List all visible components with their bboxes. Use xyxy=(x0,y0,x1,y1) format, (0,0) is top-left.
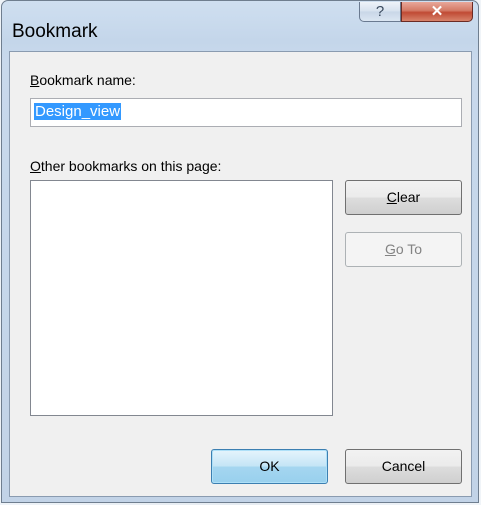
dialog-body: Bookmark name: Design_view Other bookmar… xyxy=(9,51,472,497)
other-bookmarks-mnemonic: O xyxy=(30,158,41,174)
bookmark-dialog: Bookmark ? ✕ Bookmark name: Design_view … xyxy=(1,0,479,503)
go-to-button[interactable]: Go To xyxy=(345,232,462,267)
other-bookmarks-label: Other bookmarks on this page: xyxy=(30,158,221,174)
help-icon: ? xyxy=(375,3,385,20)
bookmark-name-input[interactable]: Design_view xyxy=(30,98,462,127)
dialog-title: Bookmark xyxy=(12,21,98,42)
go-to-label: o To xyxy=(395,241,423,257)
clear-label: lear xyxy=(396,189,421,205)
bookmark-name-label: Bookmark name: xyxy=(30,72,136,88)
other-bookmarks-label-text: ther bookmarks on this page: xyxy=(40,158,222,174)
cancel-button[interactable]: Cancel xyxy=(345,449,462,484)
other-bookmarks-list[interactable] xyxy=(30,180,333,416)
ok-button[interactable]: OK xyxy=(211,449,328,484)
clear-button[interactable]: Clear xyxy=(345,180,462,215)
close-icon: ✕ xyxy=(430,3,444,20)
bookmark-name-mnemonic: B xyxy=(30,72,40,88)
bookmark-name-label-text: ookmark name: xyxy=(39,72,136,88)
help-button[interactable]: ? xyxy=(359,2,401,22)
title-bar: Bookmark ? ✕ xyxy=(2,1,478,51)
clear-mnemonic: C xyxy=(386,189,397,205)
go-to-mnemonic: G xyxy=(384,241,396,257)
bookmark-name-value: Design_view xyxy=(34,103,122,120)
close-button[interactable]: ✕ xyxy=(401,2,473,22)
